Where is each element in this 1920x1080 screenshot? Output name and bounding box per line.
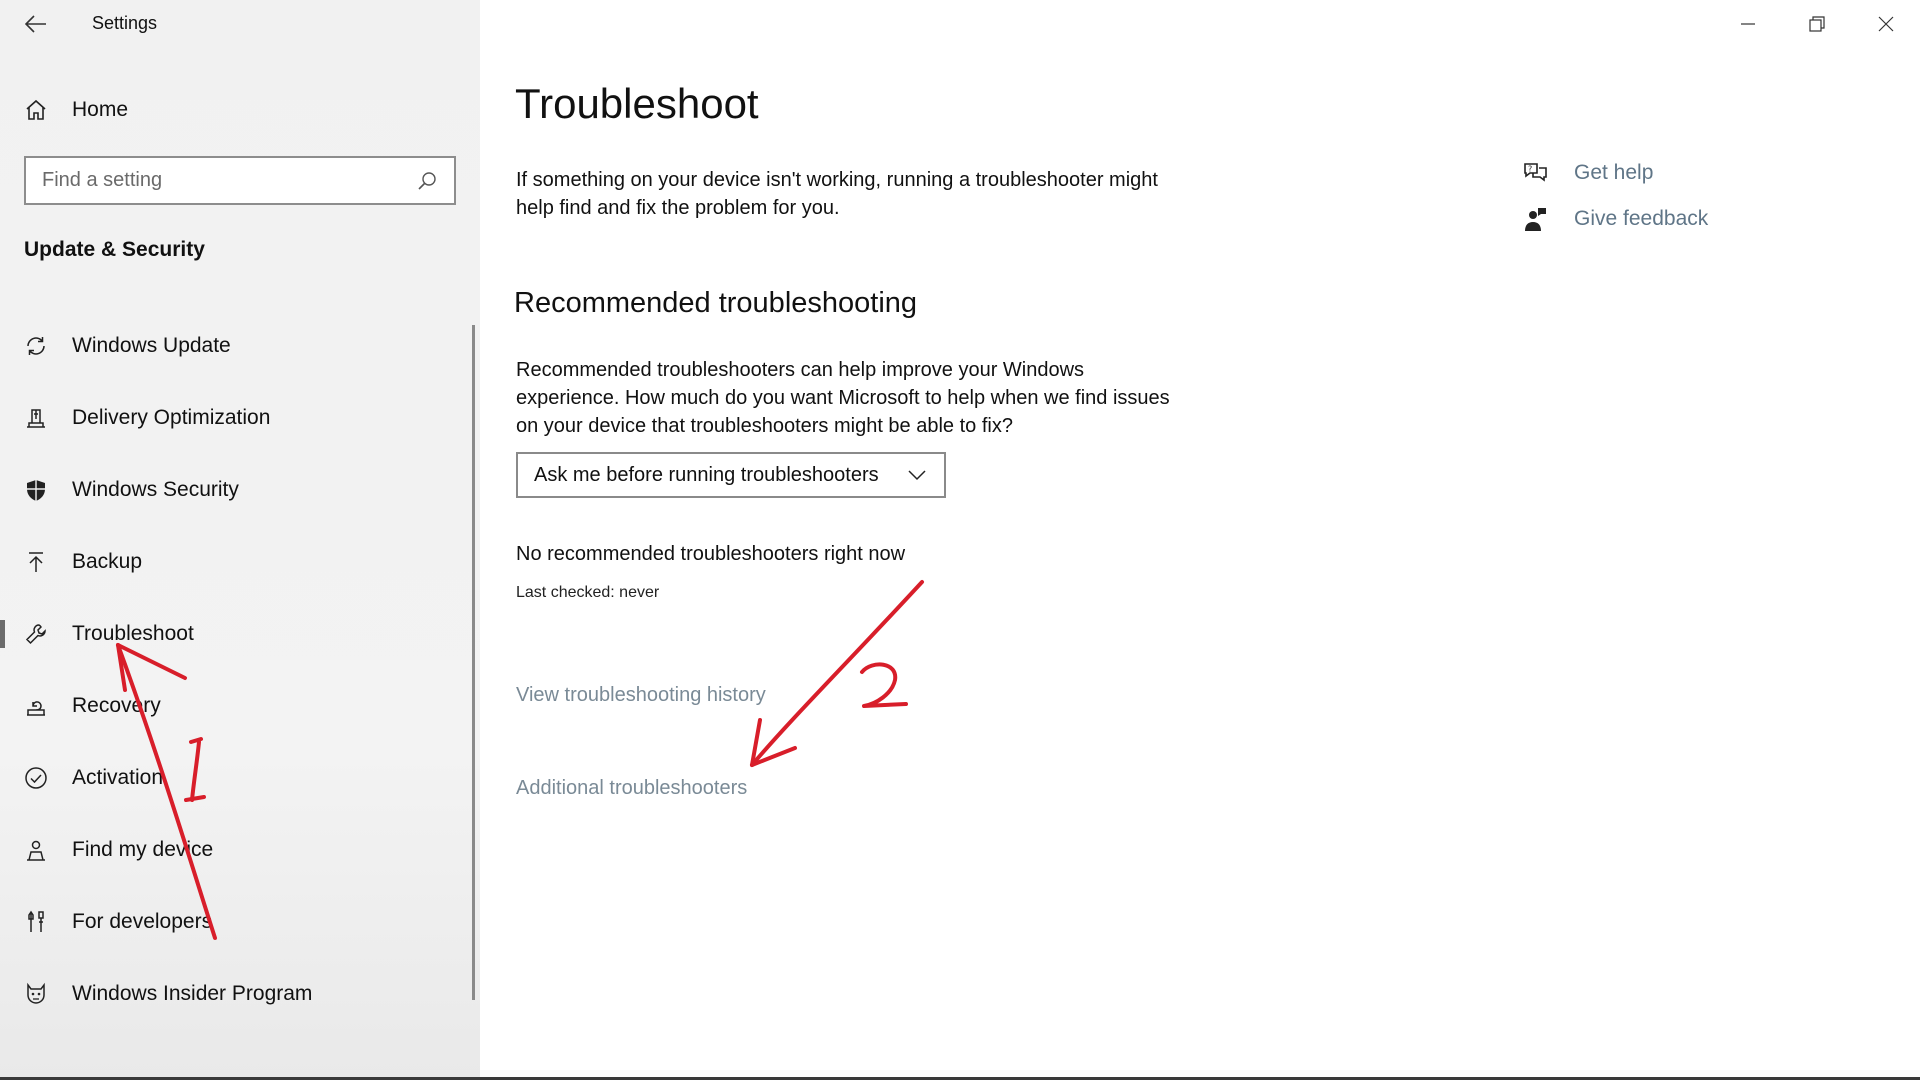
sidebar-item-find-my-device[interactable]: Find my device (0, 814, 470, 886)
insider-cat-icon (22, 980, 50, 1008)
shield-icon (22, 476, 50, 504)
sidebar-item-activation[interactable]: Activation (0, 742, 470, 814)
section-heading: Update & Security (24, 238, 205, 261)
sidebar-item-backup[interactable]: Backup (0, 526, 470, 598)
sidebar-item-label: For developers (72, 910, 213, 933)
get-help-link[interactable]: Get help (1574, 161, 1653, 185)
sidebar-item-label: Find my device (72, 838, 214, 861)
give-feedback-link[interactable]: Give feedback (1574, 207, 1708, 231)
troubleshooter-preference-dropdown[interactable]: Ask me before running troubleshooters (516, 452, 946, 498)
sidebar-item-label: Delivery Optimization (72, 406, 271, 429)
related-links: ? Get help Give feedback (1520, 150, 1708, 242)
sidebar-item-label: Recovery (72, 694, 161, 717)
chevron-down-icon (906, 464, 928, 486)
sidebar: Settings Home Update & Security Windows … (0, 0, 480, 1080)
search-icon[interactable] (416, 170, 438, 192)
svg-text:?: ? (1528, 165, 1532, 174)
sidebar-item-home[interactable]: Home (22, 92, 128, 128)
backup-arrow-icon (22, 548, 50, 576)
sidebar-item-for-developers[interactable]: For developers (0, 886, 470, 958)
refresh-icon (22, 332, 50, 360)
give-feedback-item[interactable]: Give feedback (1520, 196, 1708, 242)
delivery-icon (22, 404, 50, 432)
sidebar-item-delivery-optimization[interactable]: Delivery Optimization (0, 382, 470, 454)
sidebar-item-label: Activation (72, 766, 164, 789)
feedback-icon (1520, 204, 1550, 234)
sidebar-item-label: Windows Security (72, 478, 239, 501)
selection-indicator (0, 620, 5, 648)
app-title: Settings (92, 13, 158, 33)
home-icon (22, 96, 50, 124)
sidebar-scrollbar[interactable] (472, 325, 475, 1000)
view-history-link[interactable]: View troubleshooting history (516, 684, 766, 707)
get-help-item[interactable]: ? Get help (1520, 150, 1708, 196)
search-box[interactable] (24, 156, 456, 205)
sidebar-item-label: Windows Update (72, 334, 231, 357)
back-arrow-icon (25, 15, 46, 33)
sidebar-nav: Windows Update Delivery Optimization Win… (0, 310, 470, 1030)
recovery-icon (22, 692, 50, 720)
sidebar-item-recovery[interactable]: Recovery (0, 670, 470, 742)
wrench-icon (22, 620, 50, 648)
intro-text: If something on your device isn't workin… (516, 169, 1158, 219)
sidebar-item-label: Backup (72, 550, 143, 573)
recommended-description: Recommended troubleshooters can help imp… (516, 359, 1170, 437)
page-title: Troubleshoot (515, 80, 759, 127)
search-input[interactable] (42, 169, 416, 192)
person-location-icon (22, 836, 50, 864)
sidebar-item-windows-insider-program[interactable]: Windows Insider Program (0, 958, 470, 1030)
main-content: Troubleshoot If something on your device… (480, 0, 1920, 1080)
back-button[interactable] (18, 8, 54, 40)
chat-help-icon: ? (1520, 158, 1550, 188)
last-checked-text: Last checked: never (516, 584, 660, 601)
sidebar-item-label: Troubleshoot (72, 622, 194, 645)
sidebar-item-windows-update[interactable]: Windows Update (0, 310, 470, 382)
check-circle-icon (22, 764, 50, 792)
developer-tools-icon (22, 908, 50, 936)
recommended-heading: Recommended troubleshooting (514, 287, 918, 319)
sidebar-item-windows-security[interactable]: Windows Security (0, 454, 470, 526)
sidebar-item-troubleshoot[interactable]: Troubleshoot (0, 598, 470, 670)
home-label: Home (72, 98, 129, 121)
dropdown-value: Ask me before running troubleshooters (534, 463, 879, 486)
no-recommended-text: No recommended troubleshooters right now (516, 543, 906, 565)
sidebar-item-label: Windows Insider Program (72, 982, 313, 1005)
additional-troubleshooters-link[interactable]: Additional troubleshooters (516, 777, 747, 800)
